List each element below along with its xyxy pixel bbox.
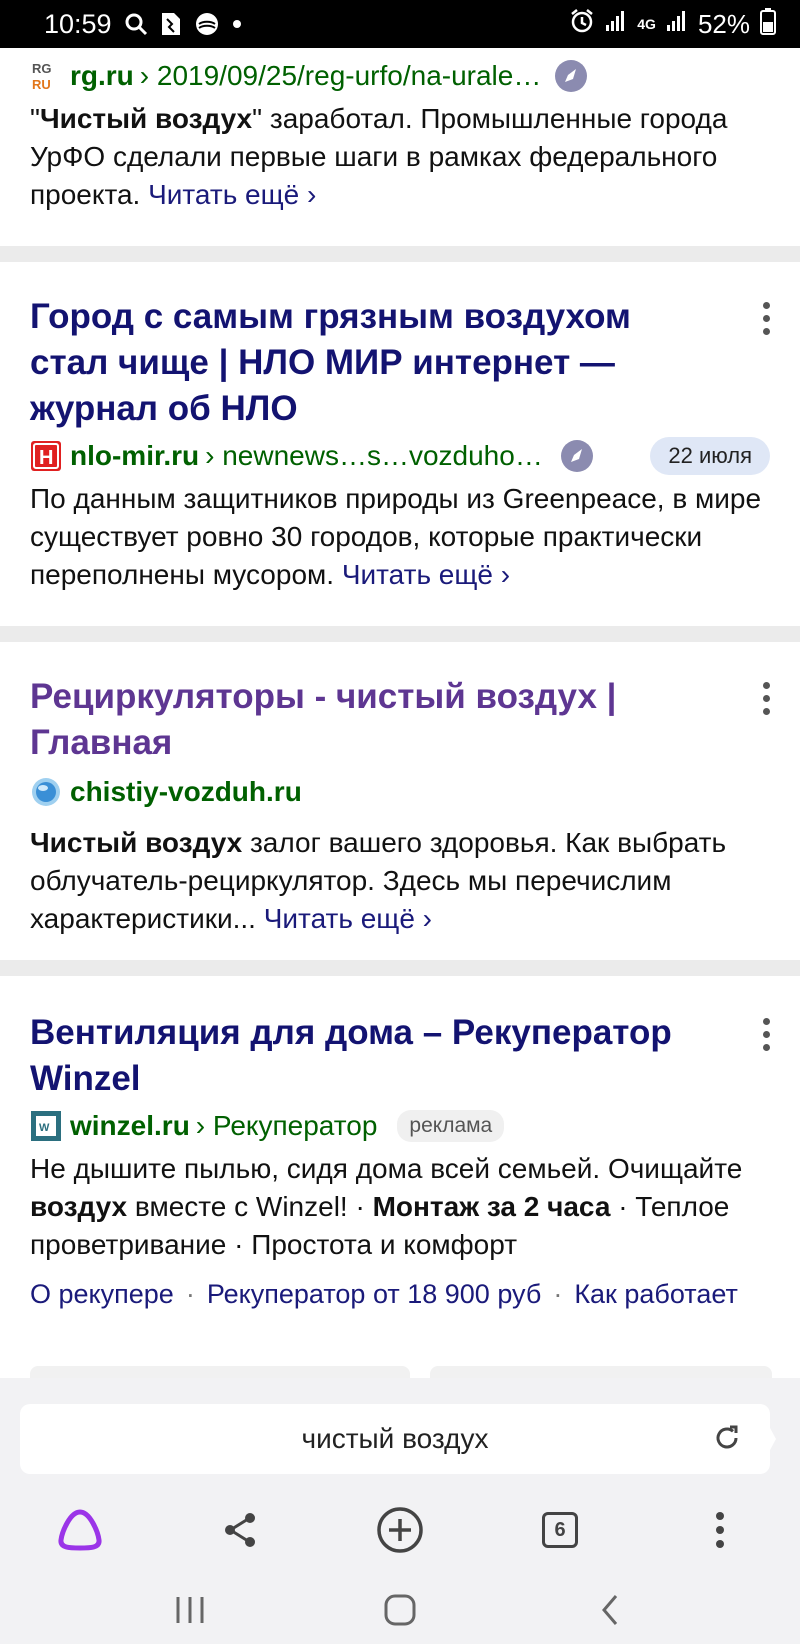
tabs-count: 6 xyxy=(542,1512,578,1548)
battery-percent: 52% xyxy=(697,8,750,39)
result-snippet: "Чистый воздух" заработал. Промышленные … xyxy=(0,100,800,214)
highlight-text: воздухом xyxy=(463,297,631,336)
result-url[interactable]: H nlo-mir.ru › newnews…s…vozduho… 22 июл… xyxy=(0,436,800,476)
result-url[interactable]: chistiy-vozduh.ru xyxy=(0,772,800,812)
signal-icon xyxy=(666,9,688,40)
result-url[interactable]: RG RU rg.ru › 2019/09/25/reg-urfo/na-ural… xyxy=(0,56,800,96)
clipped-title xyxy=(0,42,800,52)
status-time: 10:59 xyxy=(44,8,112,39)
result-path[interactable]: › Рекуператор xyxy=(196,1110,378,1142)
result-card[interactable]: RG RU rg.ru › 2019/09/25/reg-urfo/na-ural… xyxy=(0,48,800,246)
ad-card-stub[interactable] xyxy=(430,1366,772,1378)
svg-text:RG: RG xyxy=(32,61,52,76)
reload-icon[interactable] xyxy=(710,1421,744,1462)
text-fragment: Рециркуляторы - xyxy=(30,677,336,716)
recent-apps-icon[interactable] xyxy=(160,1576,220,1644)
sim-icon xyxy=(160,11,182,37)
result-snippet: Чистый воздух залог вашего здоровья. Как… xyxy=(0,824,800,938)
battery-icon xyxy=(760,7,776,42)
snippet-text: "Чистый воздух" заработал. Промышленные … xyxy=(30,103,727,210)
winzel-favicon: W xyxy=(30,1110,62,1142)
result-host[interactable]: chistiy-vozduh.ru xyxy=(70,776,302,808)
text-fragment: стал xyxy=(30,343,119,382)
search-address-bar[interactable]: чистый воздух xyxy=(20,1404,770,1474)
result-title[interactable]: Город с самым грязным воздухом стал чище… xyxy=(0,294,800,432)
sitelink[interactable]: Как работает xyxy=(574,1279,738,1310)
highlight-text: Монтаж за 2 часа xyxy=(372,1191,611,1222)
sitelink[interactable]: Рекуператор от 18 900 руб xyxy=(207,1279,541,1310)
highlight-text: воздух xyxy=(30,1191,128,1222)
home-icon[interactable] xyxy=(370,1576,430,1644)
more-options-icon[interactable] xyxy=(754,1014,778,1054)
more-options-icon[interactable] xyxy=(754,298,778,338)
browser-toolbar: 6 xyxy=(0,1490,800,1570)
result-title[interactable]: Рециркуляторы - чистый воздух | Главная xyxy=(0,674,800,766)
highlight-text: чистый воздух xyxy=(335,677,597,716)
result-host[interactable]: nlo-mir.ru xyxy=(70,440,199,472)
h-favicon: H xyxy=(30,440,62,472)
back-icon[interactable] xyxy=(580,1576,640,1644)
result-host[interactable]: rg.ru xyxy=(70,60,134,92)
read-more-link[interactable]: Читать ещё › xyxy=(148,179,316,210)
search-query[interactable]: чистый воздух xyxy=(302,1423,489,1455)
svg-text:RU: RU xyxy=(32,77,51,92)
highlight-text: Чистый воздух xyxy=(39,103,253,134)
more-icon[interactable] xyxy=(690,1490,750,1570)
rg-favicon: RG RU xyxy=(30,60,62,92)
text-fragment: Город с самым грязным xyxy=(30,297,464,336)
result-snippet: Не дышите пылью, сидя дома всей семьей. … xyxy=(0,1150,800,1264)
alarm-icon xyxy=(569,8,595,41)
new-tab-icon[interactable] xyxy=(370,1490,430,1570)
address-bar-arrow xyxy=(762,1413,776,1465)
tabs-icon[interactable]: 6 xyxy=(530,1490,590,1570)
turbo-rocket-icon[interactable] xyxy=(555,60,588,92)
result-snippet: По данным защитников природы из Greenpea… xyxy=(0,480,800,594)
date-badge: 22 июля xyxy=(650,437,770,475)
result-card[interactable]: Рециркуляторы - чистый воздух | Главная … xyxy=(0,642,800,960)
read-more-link[interactable]: Читать ещё › xyxy=(342,559,510,590)
sitelink[interactable]: О рекупере xyxy=(30,1279,174,1310)
text-fragment: " xyxy=(30,103,40,134)
svg-text:W: W xyxy=(39,1122,50,1134)
shield-icon xyxy=(194,11,220,37)
network-type: 4G xyxy=(637,16,656,32)
separator: · xyxy=(185,1278,195,1309)
separator: · xyxy=(553,1278,563,1309)
result-card[interactable]: Город с самым грязным воздухом стал чище… xyxy=(0,262,800,626)
turbo-rocket-icon[interactable] xyxy=(560,440,593,472)
snippet-text: Не дышите пылью, сидя дома всей семьей. … xyxy=(30,1153,742,1260)
more-options-icon[interactable] xyxy=(754,678,778,718)
read-more-link[interactable]: Читать ещё › xyxy=(264,903,432,934)
ad-badge: реклама xyxy=(397,1110,505,1142)
ad-result-card[interactable]: Вентиляция для дома – Рекуператор Winzel… xyxy=(0,976,800,1378)
globe-favicon xyxy=(30,776,62,808)
result-path[interactable]: › 2019/09/25/reg-urfo/na-urale… xyxy=(140,60,542,92)
result-host[interactable]: winzel.ru xyxy=(70,1110,190,1142)
search-icon xyxy=(124,12,148,36)
alice-icon[interactable] xyxy=(50,1490,110,1570)
result-url[interactable]: W winzel.ru › Рекуператор реклама xyxy=(0,1106,800,1146)
sitelinks: О рекупере · Рекуператор от 18 900 руб ·… xyxy=(0,1274,800,1314)
text-fragment: Не дышите пылью, сидя дома всей семьей. … xyxy=(30,1153,743,1184)
ad-card-stub[interactable] xyxy=(30,1366,410,1378)
text-fragment: вместе с Winzel! · xyxy=(127,1191,373,1222)
status-bar: 10:59 4G 52% xyxy=(0,0,800,48)
highlight-text: Чистый воздух xyxy=(30,827,243,858)
share-icon[interactable] xyxy=(210,1490,270,1570)
text-fragment: Вентиляция для дома – Рекуператор Winzel xyxy=(30,1013,672,1098)
result-path[interactable]: › newnews…s…vozduho… xyxy=(205,440,543,472)
browser-bottom-bar: чистый воздух 6 xyxy=(0,1378,800,1644)
dot-icon xyxy=(232,19,242,29)
highlight-text: чище xyxy=(118,343,209,382)
system-nav-bar xyxy=(0,1576,800,1644)
svg-text:H: H xyxy=(39,447,53,469)
signal-icon xyxy=(605,9,627,40)
result-title[interactable]: Вентиляция для дома – Рекуператор Winzel xyxy=(0,1010,800,1102)
